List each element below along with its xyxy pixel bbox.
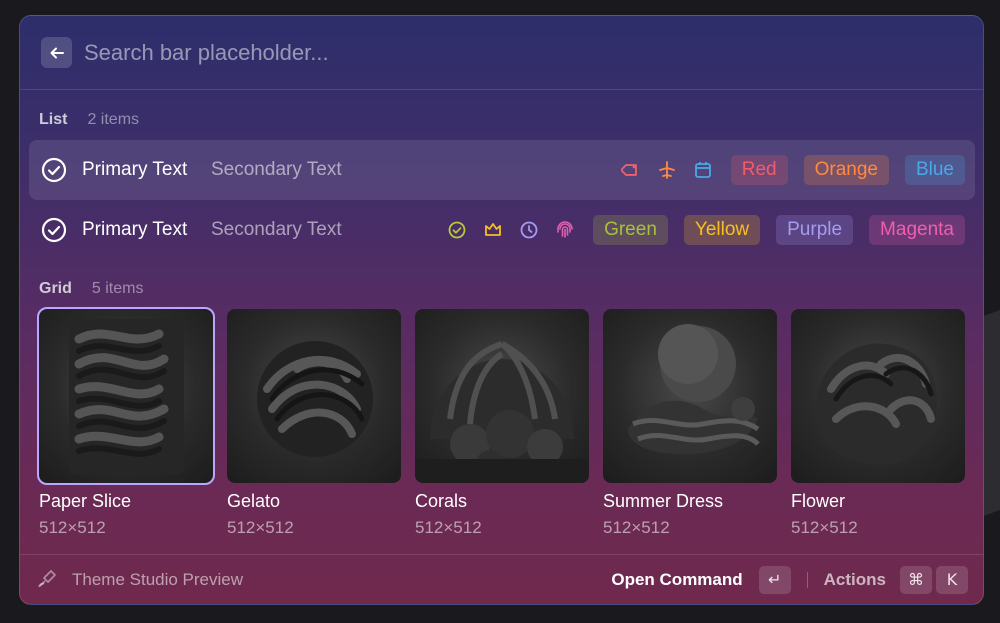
check-circle-icon (445, 218, 469, 242)
grid-item-image (603, 309, 777, 483)
grid-item-subtitle: 512×512 (39, 518, 106, 537)
search-input[interactable] (84, 36, 944, 70)
tag-yellow: Yellow (683, 215, 761, 245)
grid-item[interactable]: Paper Slice 512×512 (37, 307, 215, 538)
enter-key-hint: ↵ (758, 565, 791, 594)
grid-item-subtitle: 512×512 (415, 518, 482, 537)
airplane-icon (655, 158, 679, 182)
paintbrush-icon (38, 570, 56, 588)
list-section-title: List (39, 111, 68, 128)
grid-section-header: Grid 5 items (39, 280, 143, 298)
grid-section-count: 5 items (91, 280, 144, 297)
tag-purple: Purple (776, 215, 854, 245)
footer-bar: Theme Studio Preview Open Command ↵ Acti… (20, 554, 983, 604)
grid-item-title: Gelato (227, 491, 281, 511)
grid-section-title: Grid (39, 280, 72, 297)
grid-item-title: Flower (791, 491, 846, 511)
open-command-button[interactable]: Open Command (611, 570, 742, 590)
search-bar (20, 16, 983, 90)
grid-item-subtitle: 512×512 (603, 518, 670, 537)
command-palette-window: List 2 items Primary Text Secondary Text… (19, 15, 984, 605)
list-item[interactable]: Primary Text Secondary Text Red Orange B… (29, 140, 975, 200)
grid-item[interactable]: Gelato 512×512 (227, 309, 401, 538)
grid-item[interactable]: Summer Dress 512×512 (603, 309, 777, 538)
grid-item-subtitle: 512×512 (227, 518, 294, 537)
grid-item-image (415, 309, 589, 483)
crown-icon (481, 218, 505, 242)
calendar-icon (691, 158, 715, 182)
footer-actions: Open Command ↵ Actions ⌘ K (611, 565, 968, 594)
list-item[interactable]: Primary Text Secondary Text Green Yellow… (29, 200, 975, 260)
back-button[interactable] (41, 37, 72, 68)
list-section-header: List 2 items (39, 111, 139, 129)
tag-magenta: Magenta (869, 215, 965, 245)
list-section-count: 2 items (87, 111, 140, 128)
list-item-secondary-text: Secondary Text (211, 159, 342, 180)
tag-icon (619, 158, 643, 182)
k-key-hint: K (936, 565, 968, 594)
tag-green: Green (593, 215, 668, 245)
grid-item-title: Paper Slice (39, 491, 132, 511)
actions-button[interactable]: Actions (824, 570, 886, 590)
clock-icon (517, 218, 541, 242)
tag-red: Red (730, 155, 788, 185)
footer-title: Theme Studio Preview (72, 569, 244, 589)
grid-item-image (227, 309, 401, 483)
check-circle-icon (41, 157, 67, 183)
list-item-secondary-text: Secondary Text (211, 219, 342, 240)
grid-item-subtitle: 512×512 (791, 518, 858, 537)
tag-orange: Orange (803, 155, 889, 185)
list-item-accessories: Green Yellow Purple Magenta (445, 215, 965, 245)
grid-item-title: Summer Dress (603, 491, 724, 511)
list-item-primary-text: Primary Text (82, 159, 188, 180)
arrow-left-icon (50, 47, 64, 58)
footer-separator (806, 571, 808, 588)
grid-item-image (37, 307, 215, 485)
list-item-accessories: Red Orange Blue (619, 155, 965, 185)
image-grid: Paper Slice 512×512 Gelato 512×512 Coral… (37, 307, 965, 538)
fingerprint-icon (553, 218, 577, 242)
grid-item[interactable]: Flower 512×512 (791, 309, 965, 538)
grid-item-image (791, 309, 965, 483)
command-key-hint: ⌘ (900, 565, 932, 594)
grid-item[interactable]: Corals 512×512 (415, 309, 589, 538)
tag-blue: Blue (904, 155, 965, 185)
check-circle-icon (41, 217, 67, 243)
list-item-primary-text: Primary Text (82, 219, 188, 240)
grid-item-title: Corals (415, 491, 468, 511)
